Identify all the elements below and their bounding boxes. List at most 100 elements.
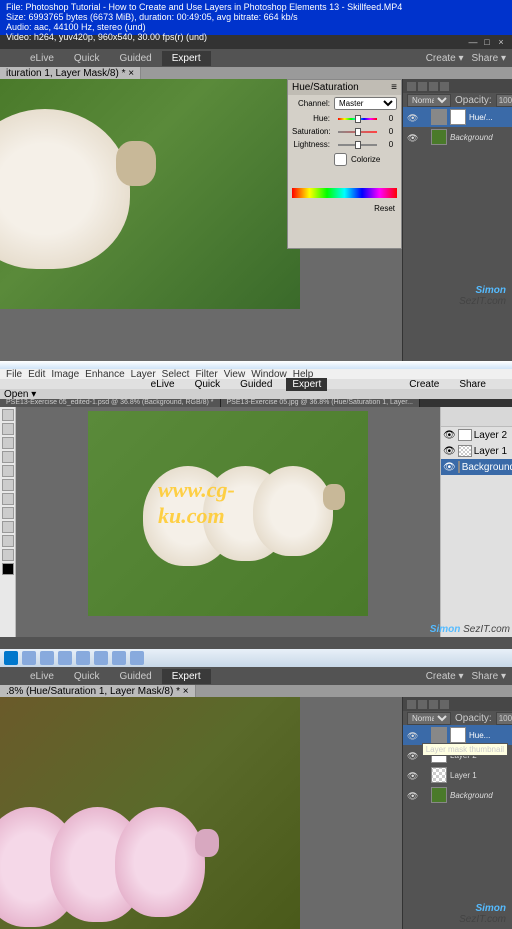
blend-mode-select[interactable]: Normal xyxy=(407,94,451,107)
mode-guided[interactable]: Guided xyxy=(234,378,278,391)
canvas-mid[interactable]: www.cg-ku.com xyxy=(88,411,368,616)
task-icon[interactable] xyxy=(58,651,72,665)
delete-icon[interactable] xyxy=(440,700,449,709)
adjustment-thumb[interactable] xyxy=(431,727,447,743)
minimize-icon[interactable]: — xyxy=(468,37,478,47)
start-button[interactable] xyxy=(4,651,18,665)
shape-tool[interactable] xyxy=(2,549,14,561)
document-tab[interactable]: .8% (Hue/Saturation 1, Layer Mask/8) * × xyxy=(0,685,196,698)
task-icon[interactable] xyxy=(76,651,90,665)
text-tool[interactable] xyxy=(2,521,14,533)
mode-guided[interactable]: Guided xyxy=(109,51,161,66)
task-icon[interactable] xyxy=(94,651,108,665)
brush-tool[interactable] xyxy=(2,493,14,505)
mask-icon[interactable] xyxy=(429,700,438,709)
video-info-header: File: Photoshop Tutorial - How to Create… xyxy=(0,0,512,35)
visibility-icon[interactable]: 👁 xyxy=(407,113,416,122)
open-button[interactable]: Open ▾ xyxy=(4,389,36,400)
task-icon[interactable] xyxy=(40,651,54,665)
task-icon[interactable] xyxy=(22,651,36,665)
menu-enhance[interactable]: Enhance xyxy=(85,369,124,380)
delete-icon[interactable] xyxy=(440,82,449,91)
mode-expert[interactable]: Expert xyxy=(162,669,211,684)
hand-tool[interactable] xyxy=(2,437,14,449)
blend-mode-select[interactable]: Normal xyxy=(407,712,451,725)
mode-quick[interactable]: Quick xyxy=(64,669,110,684)
mode-elive[interactable]: eLive xyxy=(20,51,64,66)
hue-slider[interactable] xyxy=(338,118,377,120)
doc-tab-1[interactable]: PSE13-Exercise 05_edited-1.psd @ 36.8% (… xyxy=(0,399,221,407)
workspace: Hue/Saturation≡ Channel: Master Hue: 0 S… xyxy=(0,79,512,361)
colorize-checkbox[interactable] xyxy=(334,153,347,166)
mode-expert[interactable]: Expert xyxy=(286,378,327,391)
mode-expert[interactable]: Expert xyxy=(162,51,211,66)
layer-thumb[interactable] xyxy=(431,787,447,803)
mode-elive[interactable]: eLive xyxy=(20,669,64,684)
eyedropper-tool[interactable] xyxy=(2,451,14,463)
layer-hue-sat[interactable]: 👁 Hue... xyxy=(403,725,512,745)
mask-icon[interactable] xyxy=(429,82,438,91)
share-menu[interactable]: Share ▾ xyxy=(472,53,506,64)
fx-icon[interactable] xyxy=(418,82,427,91)
canvas[interactable] xyxy=(0,79,300,309)
opacity-value[interactable]: 100% xyxy=(496,712,512,725)
slider-thumb[interactable] xyxy=(355,141,361,149)
create-menu[interactable]: Create ▾ xyxy=(426,53,464,64)
layer-row-bg[interactable]: 👁Background xyxy=(441,459,512,475)
visibility-icon[interactable]: 👁 xyxy=(407,731,416,740)
hue-value: 0 xyxy=(385,114,397,123)
layer-1[interactable]: 👁 Layer 1 xyxy=(403,765,512,785)
sheep-image xyxy=(0,109,130,269)
menu-file[interactable]: File xyxy=(6,369,22,380)
mode-quick[interactable]: Quick xyxy=(189,378,227,391)
layer-thumb[interactable] xyxy=(431,767,447,783)
saturation-slider[interactable] xyxy=(338,131,377,133)
opacity-value[interactable]: 100% xyxy=(496,94,512,107)
channel-select[interactable]: Master xyxy=(334,97,397,110)
mask-thumb[interactable] xyxy=(450,109,466,125)
layer-row[interactable]: 👁Layer 2 xyxy=(441,427,512,443)
gradient-tool[interactable] xyxy=(2,535,14,547)
layer-background[interactable]: 👁 Background xyxy=(403,127,512,147)
crop-tool[interactable] xyxy=(2,507,14,519)
visibility-icon[interactable]: 👁 xyxy=(407,771,416,780)
share-menu[interactable]: Share xyxy=(453,378,492,391)
canvas-bot[interactable] xyxy=(0,697,300,929)
layer-background[interactable]: 👁 Background xyxy=(403,785,512,805)
swatch-tool[interactable] xyxy=(2,563,14,575)
slider-thumb[interactable] xyxy=(355,128,361,136)
slider-thumb[interactable] xyxy=(355,115,361,123)
new-layer-icon[interactable] xyxy=(407,82,416,91)
create-menu[interactable]: Create ▾ xyxy=(426,671,464,682)
new-layer-icon[interactable] xyxy=(407,700,416,709)
layer-row[interactable]: 👁Layer 1 xyxy=(441,443,512,459)
visibility-icon[interactable]: 👁 xyxy=(407,133,416,142)
layer-hue-sat[interactable]: 👁 Hue/... xyxy=(403,107,512,127)
layer-thumb[interactable] xyxy=(431,129,447,145)
fx-icon[interactable] xyxy=(418,700,427,709)
lasso-tool[interactable] xyxy=(2,479,14,491)
visibility-icon[interactable]: 👁 xyxy=(407,751,416,760)
mode-elive[interactable]: eLive xyxy=(145,378,181,391)
move-tool[interactable] xyxy=(2,409,14,421)
task-icon[interactable] xyxy=(130,651,144,665)
create-menu[interactable]: Create xyxy=(403,378,445,391)
share-menu[interactable]: Share ▾ xyxy=(472,671,506,682)
adjustment-thumb[interactable] xyxy=(431,109,447,125)
doc-tab-2[interactable]: PSE13-Exercise 05.jpg @ 36.8% (Hue/Satur… xyxy=(221,399,420,407)
marquee-tool[interactable] xyxy=(2,465,14,477)
close-icon[interactable]: × xyxy=(496,37,506,47)
reset-button[interactable]: Reset xyxy=(288,202,401,215)
task-icon[interactable] xyxy=(112,651,126,665)
mode-guided[interactable]: Guided xyxy=(109,669,161,684)
panel-menu-icon[interactable]: ≡ xyxy=(391,82,397,93)
menu-edit[interactable]: Edit xyxy=(28,369,45,380)
lightness-slider[interactable] xyxy=(338,144,377,146)
maximize-icon[interactable]: □ xyxy=(482,37,492,47)
mode-quick[interactable]: Quick xyxy=(64,51,110,66)
document-tab[interactable]: ituration 1, Layer Mask/8) * × xyxy=(0,67,141,80)
zoom-tool[interactable] xyxy=(2,423,14,435)
mask-thumb[interactable] xyxy=(450,727,466,743)
visibility-icon[interactable]: 👁 xyxy=(407,791,416,800)
menu-image[interactable]: Image xyxy=(51,369,79,380)
